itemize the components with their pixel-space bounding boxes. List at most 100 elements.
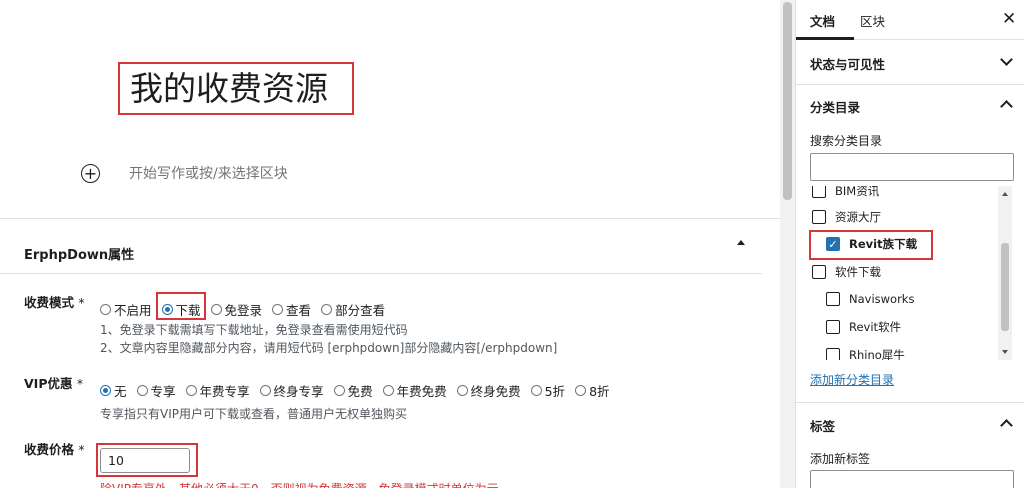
- checkbox[interactable]: [812, 265, 826, 279]
- fee-mode-options: 不启用 下载 免登录 查看 部分查看: [100, 300, 395, 319]
- checkbox[interactable]: [826, 292, 840, 306]
- category-search-label: 搜索分类目录: [810, 134, 883, 148]
- fee-mode-label: 收费模式 *: [24, 292, 85, 311]
- price-note: 除VIP专享外，其他必须大于0，否则视为免费资源，免登录模式时单位为元: [100, 480, 499, 488]
- radio-dot-icon: [272, 304, 284, 315]
- vip-option-annual-exclusive[interactable]: 年费专享: [185, 381, 250, 400]
- editor-scrollbar[interactable]: [780, 0, 795, 488]
- settings-sidebar: 文档 区块 ✕ 状态与可见性 分类目录 搜索分类目录 BIM资讯 资源大厅 ✓ R…: [795, 0, 1024, 488]
- metabox-title: ErphpDown属性: [24, 248, 135, 263]
- required-mark: *: [76, 376, 84, 391]
- category-label: 资源大厅: [835, 210, 881, 224]
- add-tag-label: 添加新标签: [810, 452, 871, 466]
- option-label: 终身免费: [470, 384, 521, 399]
- panel-tags[interactable]: 标签: [810, 416, 835, 435]
- scroll-down-icon[interactable]: [1002, 350, 1008, 354]
- category-item-revit-software[interactable]: Revit软件: [826, 319, 901, 335]
- fee-mode-option-disabled[interactable]: 不启用: [100, 300, 152, 319]
- radio-dot-icon: [259, 385, 271, 396]
- tag-input[interactable]: [810, 470, 1014, 488]
- vip-option-none[interactable]: 无: [100, 381, 127, 400]
- option-label: 专享: [150, 384, 176, 399]
- add-category-link[interactable]: 添加新分类目录: [810, 371, 894, 388]
- checkbox[interactable]: [826, 348, 840, 360]
- category-label: 软件下载: [835, 265, 881, 279]
- chevron-up-icon[interactable]: [1000, 419, 1013, 432]
- scroll-up-icon[interactable]: [1002, 192, 1008, 196]
- fee-help-2: 2、文章内容里隐藏部分内容，请用短代码 [erphpdown]部分隐藏内容[/e…: [100, 341, 558, 355]
- fee-help-1: 1、免登录下载需填写下载地址，免登录查看需使用短代码: [100, 323, 408, 337]
- checkbox[interactable]: [812, 210, 826, 224]
- radio-dot-icon: [456, 385, 468, 396]
- vip-option-50-off[interactable]: 5折: [530, 381, 566, 400]
- radio-dot-icon: [100, 304, 111, 315]
- category-item-software[interactable]: 软件下载: [812, 264, 881, 280]
- category-label: Rhino犀牛: [849, 348, 905, 360]
- category-search-input[interactable]: [810, 153, 1014, 181]
- category-item-rhino[interactable]: Rhino犀牛: [826, 347, 905, 360]
- radio-dot-icon: [136, 385, 148, 396]
- vip-option-lifetime-free[interactable]: 终身免费: [456, 381, 521, 400]
- category-item-resource-hall[interactable]: 资源大厅: [812, 209, 881, 225]
- radio-dot-icon: [210, 304, 222, 315]
- vip-help: 专享指只有VIP用户可下载或查看，普通用户无权单独购买: [100, 407, 407, 421]
- collapse-arrow-icon[interactable]: [737, 240, 745, 245]
- price-label: 收费价格 *: [24, 439, 85, 458]
- option-label: 无: [114, 384, 127, 399]
- category-label: BIM资讯: [835, 186, 880, 198]
- active-tab-indicator: [796, 37, 854, 40]
- close-icon[interactable]: ✕: [1002, 9, 1016, 29]
- vip-options: 无 专享 年费专享 终身专享 免费 年费免费 终身免费 5折 8折: [100, 381, 620, 400]
- add-block-button[interactable]: +: [81, 164, 100, 183]
- category-label: Navisworks: [849, 292, 915, 306]
- option-label: 5折: [544, 384, 566, 399]
- metabox-divider: [0, 273, 762, 274]
- radio-dot-icon: [382, 385, 394, 396]
- option-label: 免费: [347, 384, 373, 399]
- highlight-box: [809, 230, 933, 260]
- panel-divider: [796, 84, 1024, 85]
- vip-option-lifetime-exclusive[interactable]: 终身专享: [259, 381, 324, 400]
- post-title[interactable]: 我的收费资源: [118, 62, 354, 115]
- vip-label: VIP优惠 *: [24, 373, 83, 392]
- option-label: 免登录: [224, 303, 263, 318]
- category-item-navisworks[interactable]: Navisworks: [826, 292, 914, 306]
- fee-mode-label-text: 收费模式: [24, 295, 75, 310]
- vip-option-20-off[interactable]: 8折: [575, 381, 610, 400]
- vip-option-annual-free[interactable]: 年费免费: [382, 381, 447, 400]
- plus-icon: +: [83, 163, 98, 183]
- radio-dot-icon: [333, 385, 345, 396]
- panel-categories[interactable]: 分类目录: [810, 97, 860, 116]
- vip-option-exclusive[interactable]: 专享: [136, 381, 176, 400]
- vip-option-free[interactable]: 免费: [333, 381, 373, 400]
- radio-dot-icon: [575, 385, 587, 396]
- category-scroll-thumb[interactable]: [1001, 243, 1009, 331]
- fee-mode-option-partial-view[interactable]: 部分查看: [321, 300, 385, 319]
- radio-dot-icon: [321, 304, 333, 315]
- fee-mode-option-no-login[interactable]: 免登录: [210, 300, 263, 319]
- checkbox[interactable]: [812, 186, 826, 198]
- tab-document[interactable]: 文档: [810, 11, 835, 30]
- option-label: 不启用: [114, 303, 152, 318]
- tab-block[interactable]: 区块: [860, 11, 885, 30]
- option-label: 年费专享: [199, 384, 250, 399]
- category-list-scrollbar[interactable]: [998, 186, 1012, 360]
- radio-dot-icon: [530, 385, 542, 396]
- highlight-box: [156, 292, 206, 320]
- option-label: 终身专享: [273, 384, 324, 399]
- sidebar-tabs: 文档 区块 ✕: [796, 0, 1024, 40]
- option-label: 8折: [589, 384, 610, 399]
- fee-mode-option-view[interactable]: 查看: [272, 300, 311, 319]
- chevron-up-icon[interactable]: [1000, 100, 1013, 113]
- required-mark: *: [78, 295, 85, 310]
- category-list: BIM资讯 资源大厅 ✓ Revit族下载 软件下载 Navisworks Rev…: [796, 186, 1008, 360]
- chevron-down-icon[interactable]: [1000, 53, 1013, 66]
- category-item-bim[interactable]: BIM资讯: [812, 186, 879, 199]
- radio-dot-icon: [100, 385, 111, 396]
- radio-dot-icon: [185, 385, 197, 396]
- block-placeholder[interactable]: 开始写作或按/来选择区块: [129, 163, 288, 183]
- panel-status-visibility[interactable]: 状态与可见性: [810, 54, 885, 73]
- editor-scroll-thumb[interactable]: [783, 2, 792, 200]
- checkbox[interactable]: [826, 320, 840, 334]
- panel-divider: [796, 402, 1024, 403]
